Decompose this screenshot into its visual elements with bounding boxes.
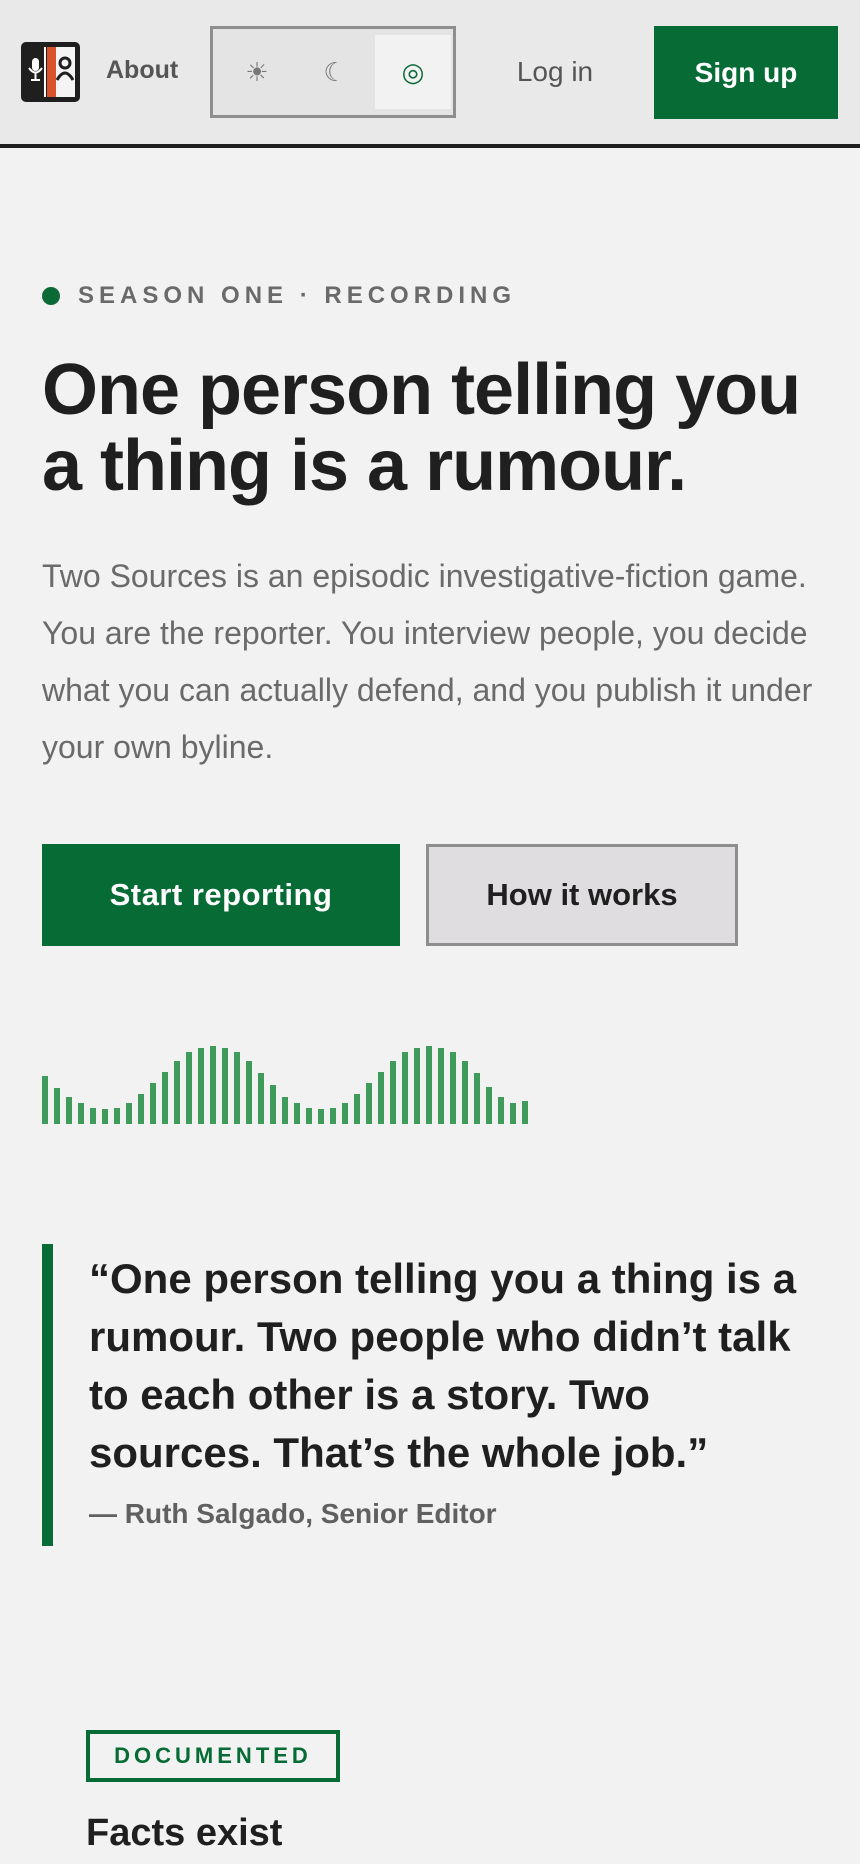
waveform-bar xyxy=(438,1048,444,1124)
quote-attribution: — Ruth Salgado, Senior Editor xyxy=(89,1498,497,1529)
waveform-bar xyxy=(66,1097,72,1124)
waveform-bar xyxy=(366,1083,372,1124)
waveform-bar xyxy=(294,1103,300,1124)
waveform-bar xyxy=(306,1108,312,1124)
waveform-bar xyxy=(270,1085,276,1124)
theme-switcher: ☀ ☾ ◎ xyxy=(210,26,456,118)
waveform-bar xyxy=(510,1103,516,1124)
waveform-bar xyxy=(450,1052,456,1124)
top-nav: About ☀ ☾ ◎ Log in Sign up xyxy=(0,0,860,148)
waveform-bar xyxy=(414,1048,420,1124)
theme-dark-button[interactable]: ☾ xyxy=(297,35,373,109)
waveform-bar xyxy=(522,1101,528,1124)
quote-text: “One person telling you a thing is a rum… xyxy=(89,1255,797,1476)
waveform-bar xyxy=(462,1061,468,1124)
waveform-bar xyxy=(318,1109,324,1124)
documented-badge: DOCUMENTED xyxy=(86,1730,340,1782)
system-icon: ◎ xyxy=(401,56,425,87)
logo-icon[interactable] xyxy=(21,42,80,102)
waveform-bar xyxy=(330,1108,336,1124)
kicker-text: SEASON ONE · RECORDING xyxy=(78,282,517,309)
start-reporting-button[interactable]: Start reporting xyxy=(42,844,400,946)
waveform-bar xyxy=(210,1046,216,1124)
waveform-bar xyxy=(474,1073,480,1124)
waveform-bar xyxy=(378,1072,384,1124)
waveform-bar xyxy=(126,1103,132,1124)
waveform-bar xyxy=(486,1087,492,1124)
waveform-bar xyxy=(498,1097,504,1124)
waveform-bar xyxy=(402,1052,408,1124)
waveform-bar xyxy=(162,1072,168,1124)
hero-headline: One person telling you a thing is a rumo… xyxy=(42,350,801,506)
waveform-bar xyxy=(342,1103,348,1124)
moon-icon: ☾ xyxy=(323,56,347,87)
waveform-bar xyxy=(114,1108,120,1124)
waveform-bar xyxy=(258,1073,264,1124)
audio-waveform xyxy=(42,1046,528,1124)
waveform-bar xyxy=(78,1103,84,1124)
login-button[interactable]: Log in xyxy=(490,26,620,118)
waveform-bar xyxy=(198,1048,204,1124)
waveform-bar xyxy=(222,1048,228,1124)
waveform-bar xyxy=(42,1076,48,1124)
waveform-bar xyxy=(150,1083,156,1124)
waveform-bar xyxy=(138,1094,144,1124)
pull-quote: “One person telling you a thing is a rum… xyxy=(42,1244,832,1546)
how-it-works-button[interactable]: How it works xyxy=(426,844,738,946)
hero-lede: Two Sources is an episodic investigative… xyxy=(42,558,813,765)
waveform-bar xyxy=(390,1061,396,1124)
theme-light-button[interactable]: ☀ xyxy=(219,35,295,109)
waveform-bar xyxy=(102,1109,108,1124)
feature-title: Facts exist xyxy=(86,1812,283,1854)
waveform-bar xyxy=(426,1046,432,1124)
recording-dot-icon xyxy=(42,287,60,305)
season-kicker: SEASON ONE · RECORDING xyxy=(42,282,516,310)
theme-system-button[interactable]: ◎ xyxy=(375,35,451,109)
waveform-bar xyxy=(354,1094,360,1124)
sun-icon: ☀ xyxy=(245,56,269,87)
nav-about-link[interactable]: About xyxy=(106,56,178,85)
waveform-bar xyxy=(90,1108,96,1124)
signup-button[interactable]: Sign up xyxy=(654,26,838,119)
waveform-bar xyxy=(282,1097,288,1124)
waveform-bar xyxy=(54,1088,60,1124)
waveform-bar xyxy=(186,1052,192,1124)
waveform-bar xyxy=(246,1061,252,1124)
waveform-bar xyxy=(174,1061,180,1124)
waveform-bar xyxy=(234,1052,240,1124)
